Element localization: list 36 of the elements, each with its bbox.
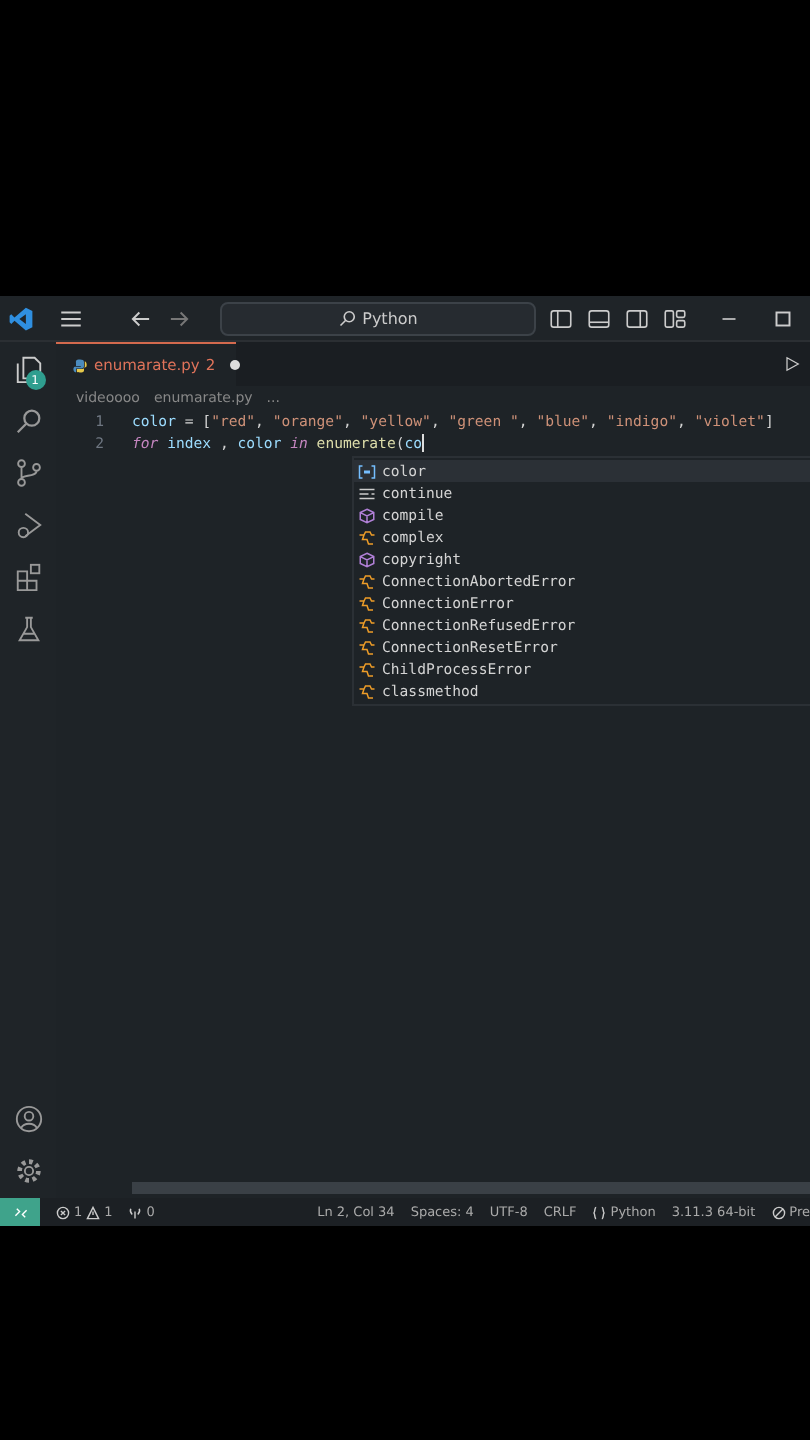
keyword-icon <box>358 485 376 501</box>
braces-icon <box>592 1205 607 1219</box>
panel-layout-icon[interactable] <box>586 305 612 331</box>
extensions-icon[interactable] <box>13 562 43 592</box>
class-icon <box>358 683 376 699</box>
run-debug-icon[interactable] <box>13 510 43 540</box>
warning-icon <box>86 1205 101 1219</box>
customize-layout-icon[interactable] <box>662 305 688 331</box>
secondary-sidebar-icon[interactable] <box>624 305 650 331</box>
files-icon[interactable] <box>13 354 43 384</box>
menu-icon[interactable] <box>58 305 84 331</box>
class-icon <box>358 529 376 545</box>
ribbon-logo-icon <box>8 305 34 331</box>
horizontal-scrollbar[interactable] <box>132 1182 810 1194</box>
class-icon <box>358 639 376 655</box>
sidebar-layout-icon[interactable] <box>548 305 574 331</box>
settings-icon[interactable] <box>13 1156 43 1186</box>
blocked-icon <box>771 1205 786 1219</box>
class-icon <box>358 617 376 633</box>
python-file-icon <box>72 357 88 373</box>
class-icon <box>358 661 376 677</box>
flask-icon[interactable] <box>13 614 43 644</box>
class-icon <box>358 573 376 589</box>
error-icon <box>56 1205 70 1219</box>
search-icon <box>338 308 359 328</box>
cube-icon <box>358 507 376 523</box>
source-control-icon[interactable] <box>13 458 43 488</box>
remote-icon <box>13 1205 27 1219</box>
account-icon[interactable] <box>13 1104 43 1134</box>
command-search-field[interactable]: Python <box>220 301 536 335</box>
search-icon[interactable] <box>13 406 43 436</box>
variable-icon <box>358 463 376 479</box>
antenna-icon <box>128 1205 143 1219</box>
run-icon[interactable] <box>782 354 802 374</box>
class-icon <box>358 595 376 611</box>
cube-icon <box>358 551 376 567</box>
